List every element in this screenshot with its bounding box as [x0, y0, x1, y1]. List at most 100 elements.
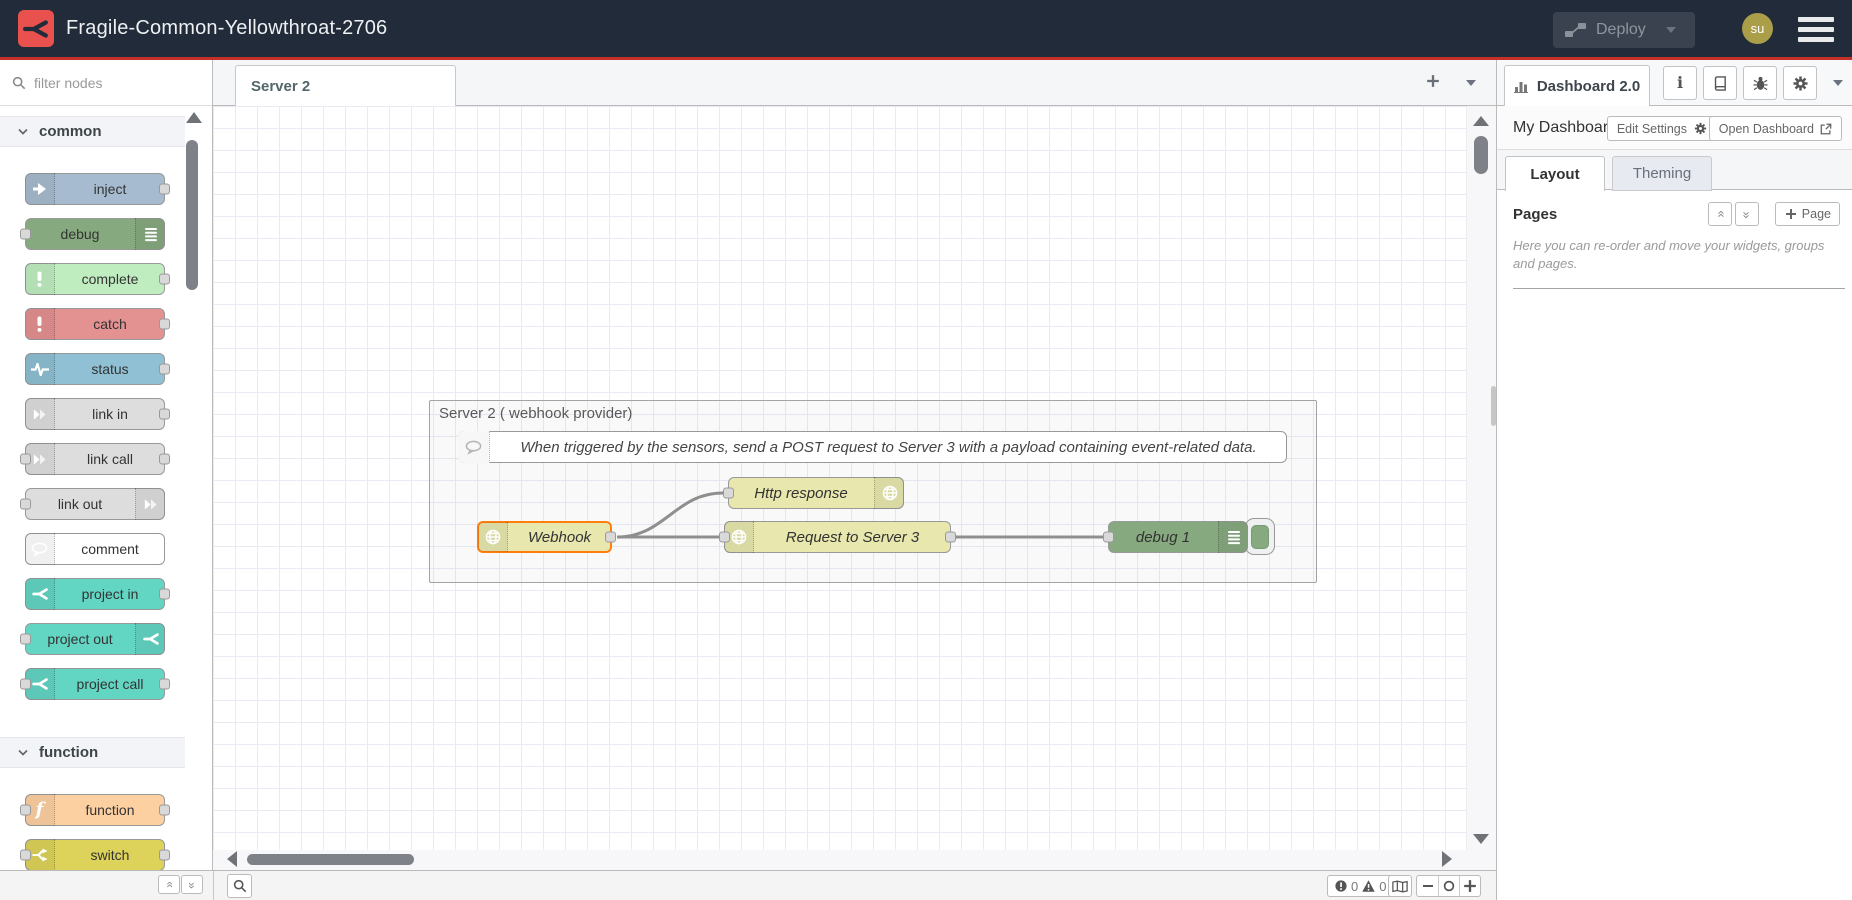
palette-node-project-call[interactable]: project call — [25, 668, 165, 700]
help-tab-button[interactable] — [1703, 66, 1737, 100]
user-avatar[interactable]: su — [1742, 13, 1773, 44]
project-icon — [135, 623, 165, 655]
node-port-in[interactable] — [723, 488, 734, 499]
palette-scroll-up-icon[interactable] — [186, 112, 202, 123]
debug-tab-button[interactable] — [1743, 66, 1777, 100]
flow-node-debug1[interactable]: debug 1 — [1108, 521, 1248, 553]
comment-node-label: When triggered by the sensors, send a PO… — [491, 432, 1286, 462]
debug-toggle-button[interactable] — [1245, 518, 1275, 555]
deploy-label: Deploy — [1596, 21, 1646, 39]
node-port-in — [20, 454, 31, 465]
sidebar-tab-bar: Dashboard 2.0 i — [1497, 60, 1852, 106]
pages-divider — [1513, 288, 1845, 289]
node-port-out — [159, 679, 170, 690]
tab-server-2[interactable]: Server 2 — [235, 65, 456, 106]
node-label: comment — [56, 534, 164, 564]
footer-bar: » » 0 0 — [0, 870, 1496, 900]
add-page-button[interactable]: Page — [1775, 202, 1840, 226]
sidebar-caret-icon[interactable] — [1833, 80, 1843, 86]
canvas-search-button[interactable] — [227, 874, 252, 898]
palette-node-complete[interactable]: complete — [25, 263, 165, 295]
open-dashboard-button[interactable]: Open Dashboard — [1709, 116, 1842, 141]
move-page-down-button[interactable]: » — [1735, 202, 1759, 226]
palette-node-comment[interactable]: comment — [25, 533, 165, 565]
palette-search[interactable] — [0, 60, 212, 106]
palette-expand-all-button[interactable]: » — [181, 875, 203, 894]
palette-node-status[interactable]: status — [25, 353, 165, 385]
flow-node-webhook[interactable]: Webhook — [477, 521, 612, 553]
config-tab-button[interactable] — [1783, 66, 1817, 100]
canvas-scroll-down-icon[interactable] — [1473, 834, 1489, 844]
plus-icon — [1463, 879, 1477, 893]
flow-node-comment[interactable]: When triggered by the sensors, send a PO… — [458, 431, 1287, 463]
node-port-in[interactable] — [719, 532, 730, 543]
zoom-reset-button[interactable] — [1438, 876, 1459, 896]
deploy-button[interactable]: Deploy — [1553, 12, 1695, 48]
palette-node-inject[interactable]: inject — [25, 173, 165, 205]
palette-node-function[interactable]: ffunction — [25, 794, 165, 826]
link-icon — [25, 398, 55, 430]
workspace-tab-bar: Server 2 — [213, 60, 1496, 106]
node-label: switch — [56, 840, 164, 870]
project-icon — [25, 578, 55, 610]
palette-collapse-all-button[interactable]: » — [158, 875, 180, 894]
chevron-down-icon — [18, 749, 28, 756]
palette-node-link-in[interactable]: link in — [25, 398, 165, 430]
comment-bubble-icon — [25, 533, 55, 565]
palette-node-list: common inject debug complete catch status link… — [0, 107, 185, 870]
header-bar: Fragile-Common-Yellowthroat-2706 Deploy … — [0, 0, 1852, 57]
gear-icon — [1793, 76, 1808, 91]
flow-node-request[interactable]: Request to Server 3 — [724, 521, 951, 553]
node-port-out — [159, 805, 170, 816]
book-icon — [1713, 76, 1728, 91]
main-menu-button[interactable] — [1798, 17, 1834, 42]
node-port-in[interactable] — [1103, 532, 1114, 543]
zoom-controls — [1416, 875, 1481, 897]
palette-node-link-call[interactable]: link call — [25, 443, 165, 475]
palette-node-catch[interactable]: catch — [25, 308, 165, 340]
canvas-scroll-left-icon[interactable] — [227, 851, 237, 867]
status-counts[interactable]: 0 0 — [1327, 875, 1394, 897]
plus-icon — [1785, 208, 1797, 220]
info-tab-button[interactable]: i — [1663, 66, 1697, 100]
node-label: function — [56, 795, 164, 825]
tab-layout[interactable]: Layout — [1505, 156, 1605, 191]
palette-node-project-in[interactable]: project in — [25, 578, 165, 610]
pages-section: Pages » » Page Here you can re-order and… — [1497, 190, 1852, 289]
canvas-scroll-up-icon[interactable] — [1473, 116, 1489, 126]
palette-node-project-out[interactable]: project out — [25, 623, 165, 655]
tab-theming[interactable]: Theming — [1612, 156, 1712, 191]
edit-settings-button[interactable]: Edit Settings — [1607, 116, 1718, 141]
zoom-out-button[interactable] — [1417, 876, 1438, 896]
canvas-scroll-right-icon[interactable] — [1442, 851, 1452, 867]
add-flow-button[interactable] — [1426, 74, 1440, 88]
palette-category-function[interactable]: function — [0, 737, 185, 768]
tab-dashboard-2-0[interactable]: Dashboard 2.0 — [1504, 65, 1650, 106]
sidebar-panel: Dashboard 2.0 i My Dashboard Edit Settin… — [1496, 60, 1852, 900]
flow-canvas[interactable]: Server 2 ( webhook provider) When trigge… — [213, 106, 1496, 870]
search-icon — [233, 879, 247, 893]
open-dashboard-label: Open Dashboard — [1719, 122, 1814, 136]
gear-icon — [1695, 123, 1707, 135]
deploy-icon — [1565, 22, 1586, 38]
debug-list-icon — [135, 218, 165, 250]
zoom-in-button[interactable] — [1459, 876, 1480, 896]
palette-category-common[interactable]: common — [0, 116, 185, 147]
node-port-out[interactable] — [945, 532, 956, 543]
canvas-horizontal-scrollbar[interactable] — [247, 854, 414, 865]
navigator-map-button[interactable] — [1388, 875, 1412, 897]
move-page-up-button[interactable]: » — [1708, 202, 1732, 226]
node-label: project out — [26, 624, 134, 654]
status-pulse-icon — [25, 353, 55, 385]
palette-scrollbar[interactable] — [186, 140, 198, 290]
palette-node-debug[interactable]: debug — [25, 218, 165, 250]
palette-search-input[interactable] — [34, 75, 184, 91]
flow-list-caret-icon[interactable] — [1466, 80, 1476, 86]
node-port-out[interactable] — [605, 532, 616, 543]
deploy-caret-icon[interactable] — [1666, 27, 1676, 33]
palette-node-switch[interactable]: switch — [25, 839, 165, 870]
flow-node-http-response[interactable]: Http response — [728, 477, 904, 509]
palette-node-link-out[interactable]: link out — [25, 488, 165, 520]
canvas-vertical-scrollbar[interactable] — [1474, 136, 1488, 174]
double-chevron-up-icon: » — [162, 882, 176, 888]
